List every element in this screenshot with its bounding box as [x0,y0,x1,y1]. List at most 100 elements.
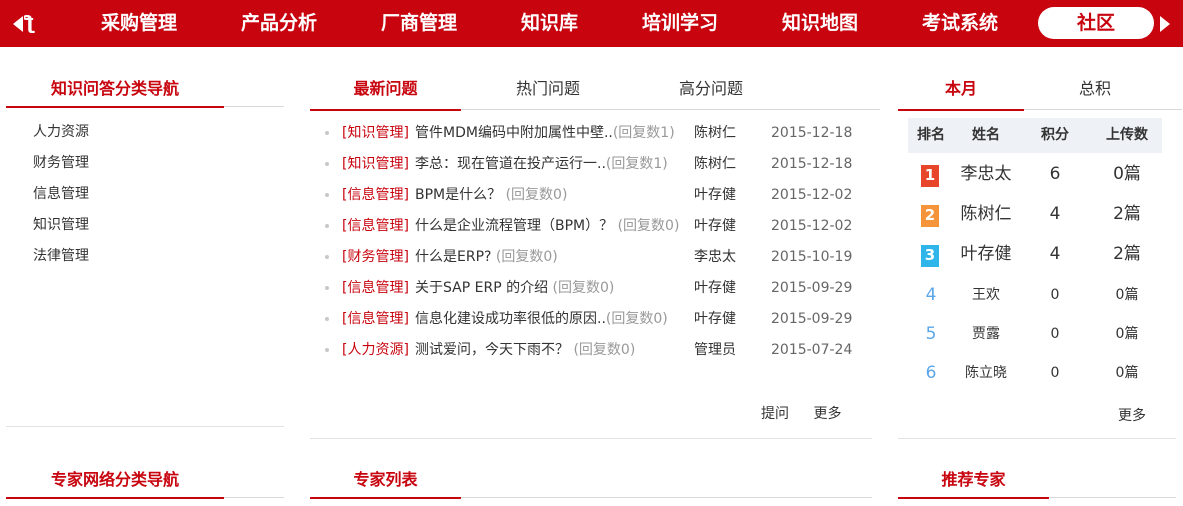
rank-score: 0 [1050,365,1060,381]
question-category[interactable]: [信息管理] [342,214,409,238]
header-score: 积分 [1041,127,1069,143]
rank-uploads: 0篇 [1115,287,1139,303]
ranking-row[interactable]: 6 陈立晓 0 0篇 [908,354,1162,393]
question-author: 管理员 [694,342,736,358]
bullet-icon [325,193,329,197]
expert-nav-header: 专家网络分类导航 [6,462,284,499]
question-category[interactable]: [人力资源] [342,338,409,362]
question-row[interactable]: [信息管理] 关于SAP ERP 的介绍 (回复数0) 叶存健 2015-09-29 [325,276,865,307]
question-title[interactable]: 测试爱问，今天下雨不？ (回复数0) [415,338,635,362]
question-row[interactable]: [信息管理] 信息化建设成功率很低的原因..(回复数0) 叶存健 2015-09-29 [325,307,865,338]
question-title[interactable]: 什么是企业流程管理（BPM）？ (回复数0) [415,214,679,238]
tab-this-month[interactable]: 本月 [898,71,1024,111]
rank-name[interactable]: 李忠太 [954,155,1018,194]
rank-uploads: 0篇 [1115,365,1139,381]
tab-hot-questions[interactable]: 热门问题 [478,71,618,107]
rank-uploads: 2篇 [1113,204,1141,224]
recommend-expert-header: 推荐专家 [898,462,1176,499]
question-list: [知识管理] 管件MDM编码中附加属性中壁..(回复数1) 陈树仁 2015-12-1… [325,121,865,369]
ask-question-link[interactable]: 提问 [761,406,789,422]
ranking-table-header: 排名 姓名 积分 上传数 [908,118,1162,153]
rank-badge-icon: 1 [921,165,939,191]
question-category[interactable]: [知识管理] [342,152,409,176]
reply-count: (回复数1) [605,156,668,172]
category-item-info[interactable]: 信息管理 [33,181,89,212]
category-item-knowledge[interactable]: 知识管理 [33,212,89,243]
question-category[interactable]: [信息管理] [342,276,409,300]
question-row[interactable]: [知识管理] 李总：现在管道在投产运行一..(回复数1) 陈树仁 2015-12-18 [325,152,865,183]
right-panel-divider [898,438,1176,439]
question-category[interactable]: [信息管理] [342,183,409,207]
nav-item-knowledge-map[interactable]: 知识地图 [782,0,858,47]
expert-list-title: 专家列表 [310,462,461,499]
question-author: 叶存健 [694,311,736,327]
qa-nav-header: 知识问答分类导航 [6,71,284,108]
nav-item-vendor[interactable]: 厂商管理 [381,0,457,47]
nav-item-product-analysis[interactable]: 产品分析 [241,0,317,47]
question-author: 陈树仁 [694,125,736,141]
rank-score: 0 [1050,287,1060,303]
question-title[interactable]: 关于SAP ERP 的介绍 (回复数0) [415,276,614,300]
category-item-finance[interactable]: 财务管理 [33,150,89,181]
question-title[interactable]: 什么是ERP? (回复数0) [415,245,558,269]
questions-more-link[interactable]: 更多 [813,406,841,422]
rank-number: 4 [925,285,937,305]
question-category[interactable]: [信息管理] [342,307,409,331]
question-author: 陈树仁 [694,156,736,172]
question-title[interactable]: 管件MDM编码中附加属性中壁..(回复数1) [415,121,675,145]
ranking-more-link[interactable]: 更多 [1118,408,1146,424]
nav-item-exam[interactable]: 考试系统 [922,0,998,47]
tab-high-score-questions[interactable]: 高分问题 [641,71,781,107]
rank-uploads: 2篇 [1113,244,1141,264]
bullet-icon [325,131,329,135]
question-category[interactable]: [知识管理] [342,121,409,145]
ranking-row[interactable]: 1 李忠太 6 0篇 [908,155,1162,194]
question-title[interactable]: 信息化建设成功率很低的原因..(回复数0) [415,307,668,331]
rank-name[interactable]: 陈树仁 [954,195,1018,234]
question-author: 李忠太 [694,249,736,265]
rank-uploads: 0篇 [1115,326,1139,342]
expert-list-header: 专家列表 [310,462,872,499]
rank-name[interactable]: 贾露 [954,315,1018,354]
recommend-expert-title: 推荐专家 [898,462,1049,499]
rank-name[interactable]: 王欢 [954,276,1018,315]
nav-item-partial[interactable]: ƪ [24,0,40,47]
reply-count: (回复数0) [573,342,636,358]
bullet-icon [325,255,329,259]
ranking-row[interactable]: 3 叶存健 4 2篇 [908,235,1162,274]
question-row[interactable]: [信息管理] BPM是什么？ (回复数0) 叶存健 2015-12-02 [325,183,865,214]
bullet-icon [325,348,329,352]
question-date: 2015-12-02 [771,187,853,203]
rank-name[interactable]: 陈立晓 [954,354,1018,393]
nav-item-knowledge-base[interactable]: 知识库 [521,0,578,47]
question-title[interactable]: 李总：现在管道在投产运行一..(回复数1) [415,152,668,176]
question-row[interactable]: [知识管理] 管件MDM编码中附加属性中壁..(回复数1) 陈树仁 2015-12-1… [325,121,865,152]
question-date: 2015-12-02 [771,218,853,234]
question-row[interactable]: [人力资源] 测试爱问，今天下雨不？ (回复数0) 管理员 2015-07-24 [325,338,865,369]
category-item-legal[interactable]: 法律管理 [33,243,89,274]
left-panel-divider [6,426,284,427]
nav-item-procurement[interactable]: 采购管理 [101,0,177,47]
question-date: 2015-12-18 [771,156,853,172]
ranking-row[interactable]: 4 王欢 0 0篇 [908,276,1162,315]
question-row[interactable]: [财务管理] 什么是ERP? (回复数0) 李忠太 2015-10-19 [325,245,865,276]
question-title[interactable]: BPM是什么？ (回复数0) [415,183,567,207]
question-category[interactable]: [财务管理] [342,245,409,269]
top-nav-bar: ƪ 采购管理 产品分析 厂商管理 知识库 培训学习 知识地图 考试系统 社区 [0,0,1183,47]
rank-score: 0 [1050,326,1060,342]
ranking-row[interactable]: 5 贾露 0 0篇 [908,315,1162,354]
rank-name[interactable]: 叶存健 [954,235,1018,274]
nav-scroll-right-icon[interactable] [1155,0,1175,47]
category-item-hr[interactable]: 人力资源 [33,119,89,150]
question-row[interactable]: [信息管理] 什么是企业流程管理（BPM）？ (回复数0) 叶存健 2015-12-0… [325,214,865,245]
question-date: 2015-12-18 [771,125,853,141]
nav-item-community[interactable]: 社区 [1038,7,1154,39]
nav-item-training[interactable]: 培训学习 [642,0,718,47]
bullet-icon [325,317,329,321]
tab-total-points[interactable]: 总积 [1030,71,1160,107]
ranking-tabs: 本月 总积 [898,71,1182,111]
tab-latest-questions[interactable]: 最新问题 [310,71,461,111]
bullet-icon [325,162,329,166]
ranking-row[interactable]: 2 陈树仁 4 2篇 [908,195,1162,234]
rank-number: 6 [925,363,937,383]
